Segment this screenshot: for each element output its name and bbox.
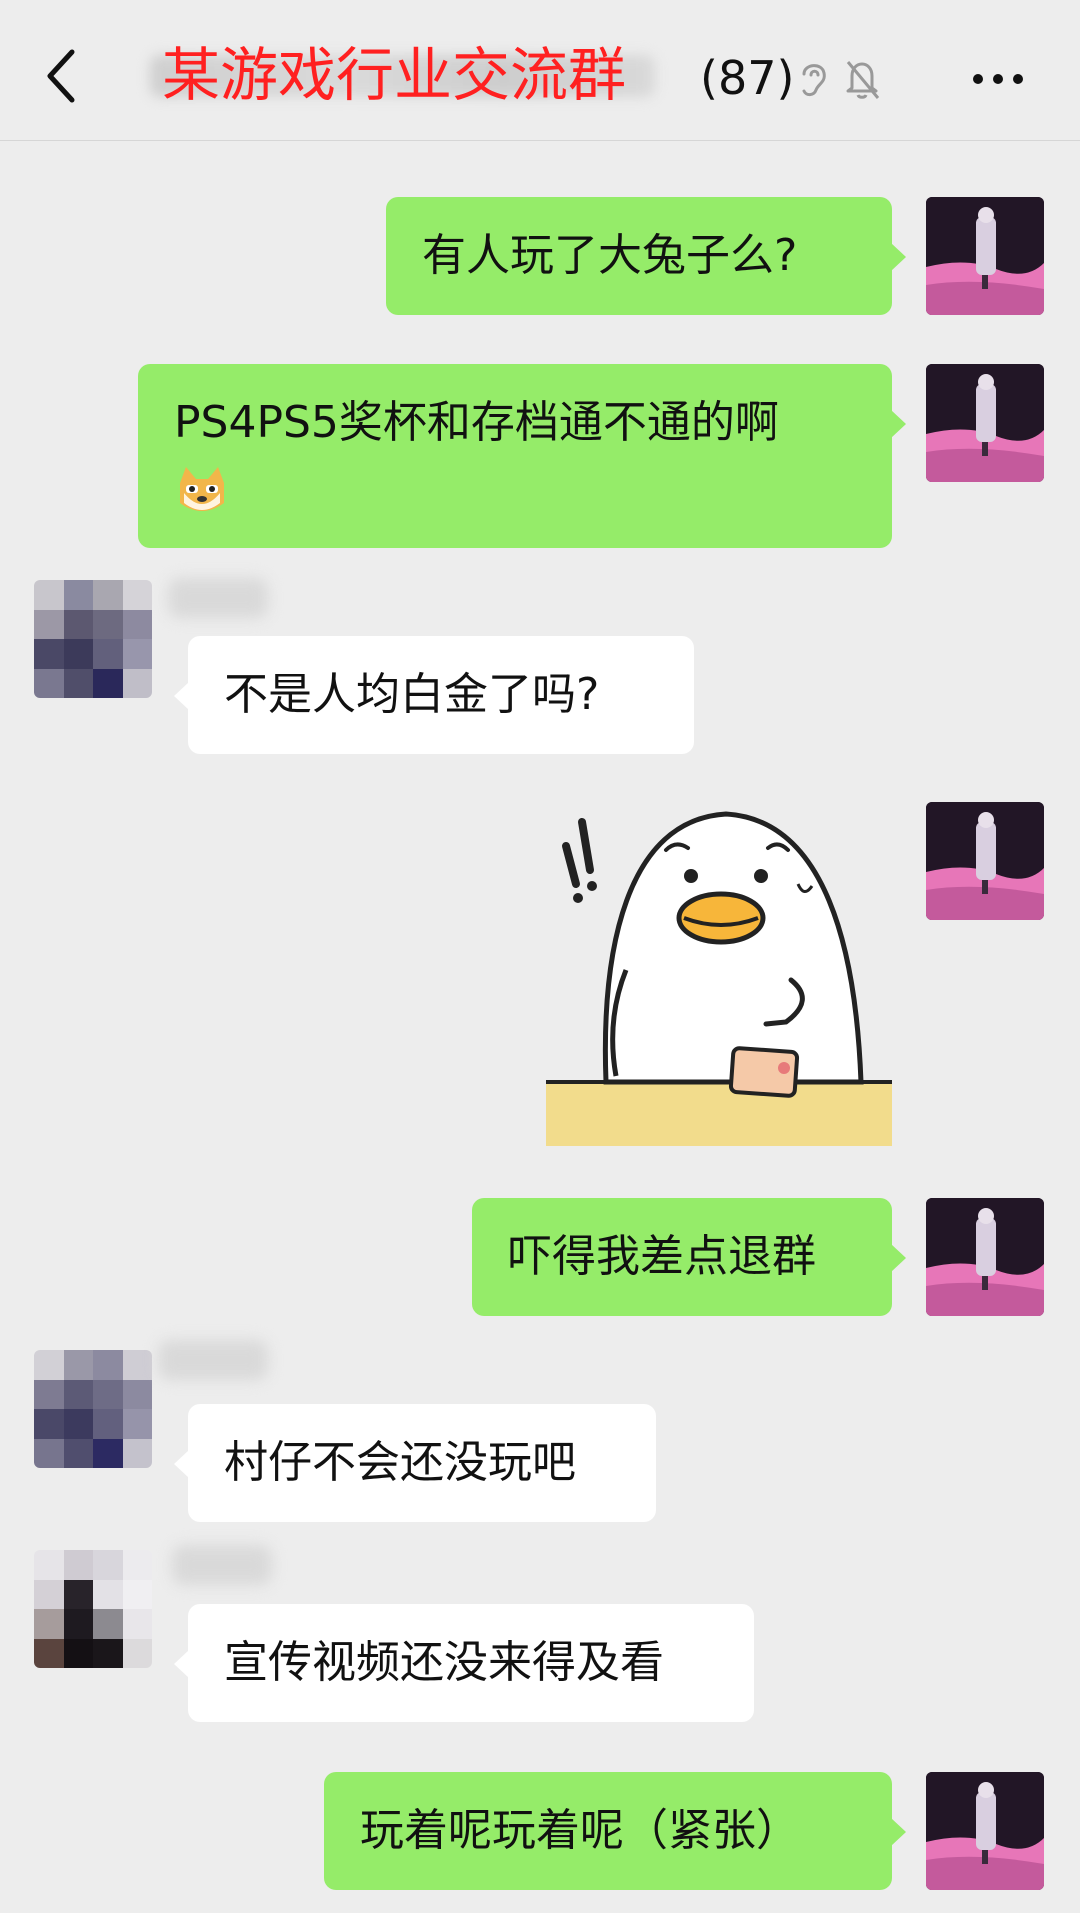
bubble-tail [891, 410, 906, 438]
message-text: 有人玩了大兔子么? [422, 230, 798, 281]
avatar-mosaic [34, 1350, 152, 1468]
doge-emoji-icon [180, 467, 224, 511]
message-bubble[interactable]: 吓得我差点退群 [472, 1198, 906, 1316]
bubble-tail [174, 1450, 189, 1478]
my-avatar[interactable] [926, 1772, 1044, 1890]
group-title: 某游戏行业交流群 [162, 41, 627, 109]
avatar-image [926, 1198, 1044, 1316]
message-text: 宣传视频还没来得及看 [224, 1637, 664, 1688]
sender-name-blurred [158, 1340, 268, 1380]
ear-icon [802, 64, 826, 97]
my-avatar[interactable] [926, 1198, 1044, 1316]
message-bubble[interactable]: PS4PS5奖杯和存档通不通的啊 [138, 364, 906, 548]
avatar-mosaic [34, 580, 152, 698]
message-text: 玩着呢玩着呢（紧张） [360, 1805, 800, 1856]
my-avatar[interactable] [926, 802, 1044, 920]
back-arrow-icon[interactable] [42, 46, 82, 106]
bubble-tail [891, 1818, 906, 1846]
sender-name-blurred [172, 1545, 272, 1585]
sender-avatar-blurred[interactable] [34, 1350, 152, 1468]
bubble-tail [174, 1650, 189, 1678]
chat-header: 某游戏行业交流群 (87) [0, 0, 1080, 141]
avatar-mosaic [34, 1550, 152, 1668]
my-avatar[interactable] [926, 197, 1044, 315]
message-bubble[interactable]: 不是人均白金了吗? [174, 636, 694, 754]
message-bubble[interactable]: 玩着呢玩着呢（紧张） [324, 1772, 906, 1890]
duck-sticker[interactable] [546, 800, 892, 1146]
message-bubble[interactable]: 有人玩了大兔子么? [386, 197, 906, 315]
bubble-tail [174, 682, 189, 710]
sender-name-blurred [168, 578, 268, 618]
message-bubble[interactable]: 宣传视频还没来得及看 [174, 1604, 754, 1722]
avatar-image [926, 197, 1044, 315]
message-text: 不是人均白金了吗? [224, 669, 600, 720]
avatar-image [926, 802, 1044, 920]
message-text: 吓得我差点退群 [508, 1231, 816, 1282]
bubble-tail [891, 1244, 906, 1272]
message-text: PS4PS5奖杯和存档通不通的啊 [174, 397, 779, 448]
member-count: (87) [700, 51, 795, 105]
mute-bell-icon [846, 61, 880, 99]
more-options-icon[interactable] [970, 62, 1026, 96]
avatar-image [926, 1772, 1044, 1890]
my-avatar[interactable] [926, 364, 1044, 482]
sender-avatar-blurred[interactable] [34, 1550, 152, 1668]
message-bubble[interactable]: 村仔不会还没玩吧 [174, 1404, 656, 1522]
avatar-image [926, 364, 1044, 482]
sender-avatar-blurred[interactable] [34, 580, 152, 698]
bubble-tail [891, 243, 906, 271]
message-text: 村仔不会还没玩吧 [224, 1437, 576, 1488]
